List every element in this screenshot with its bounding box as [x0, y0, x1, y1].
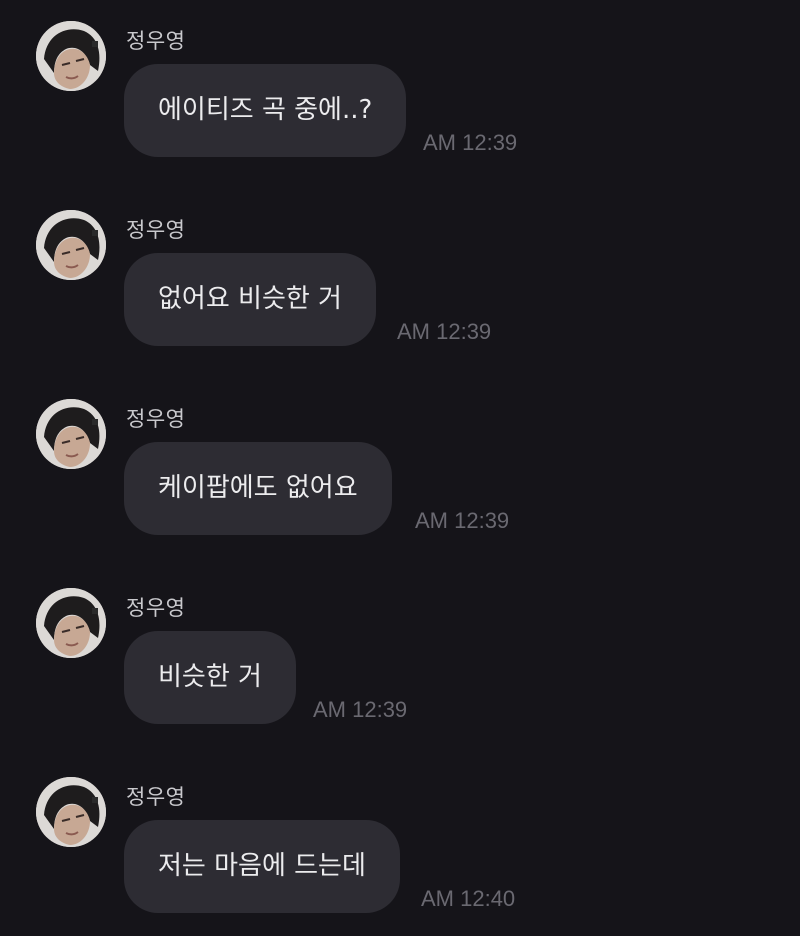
message-row: 정우영 없어요 비슷한 거 AM 12:39 [0, 210, 800, 360]
message-time: AM 12:39 [313, 697, 408, 722]
avatar-photo-icon [36, 399, 106, 469]
avatar[interactable] [36, 588, 106, 658]
message-time: AM 12:39 [397, 319, 492, 344]
sender-name: 정우영 [126, 596, 186, 620]
avatar-photo-icon [36, 777, 106, 847]
avatar[interactable] [36, 399, 106, 469]
message-row: 정우영 비슷한 거 AM 12:39 [0, 588, 800, 738]
message-row: 정우영 저는 마음에 드는데 AM 12:40 [0, 777, 800, 927]
avatar-photo-icon [36, 21, 106, 91]
message-time: AM 12:39 [415, 508, 510, 533]
message-bubble[interactable]: 비슷한 거 [124, 631, 296, 724]
message-bubble[interactable]: 케이팝에도 없어요 [124, 442, 392, 535]
avatar-photo-icon [36, 588, 106, 658]
message-bubble[interactable]: 저는 마음에 드는데 [124, 820, 400, 913]
avatar-photo-icon [36, 210, 106, 280]
sender-name: 정우영 [126, 218, 186, 242]
sender-name: 정우영 [126, 407, 186, 431]
message-row: 정우영 케이팝에도 없어요 AM 12:39 [0, 399, 800, 549]
avatar[interactable] [36, 210, 106, 280]
avatar[interactable] [36, 777, 106, 847]
message-row: 정우영 에이티즈 곡 중에..? AM 12:39 [0, 21, 800, 171]
sender-name: 정우영 [126, 29, 186, 53]
message-bubble[interactable]: 에이티즈 곡 중에..? [124, 64, 407, 157]
avatar[interactable] [36, 21, 106, 91]
sender-name: 정우영 [126, 785, 186, 809]
message-bubble[interactable]: 없어요 비슷한 거 [124, 253, 376, 346]
message-time: AM 12:39 [423, 130, 518, 155]
message-time: AM 12:40 [421, 886, 516, 911]
chat-message-list: 정우영 에이티즈 곡 중에..? AM 12:39 정우영 없어요 비슷한 거 … [0, 0, 800, 936]
